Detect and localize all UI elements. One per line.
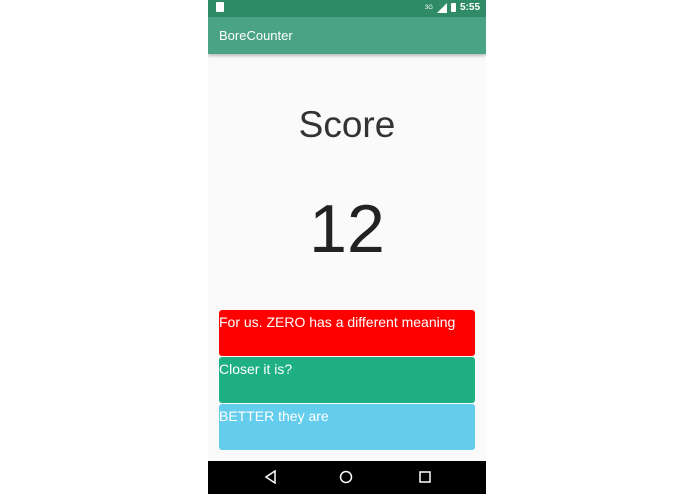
status-left — [216, 2, 224, 15]
battery-icon — [450, 3, 456, 12]
navigation-bar — [208, 461, 486, 494]
back-icon[interactable] — [264, 470, 278, 484]
app-title: BoreCounter — [219, 28, 293, 43]
phone-screen: 3G 5:55 BoreCounter Score 12 For us. ZER… — [208, 0, 486, 494]
home-icon[interactable] — [339, 470, 353, 484]
app-bar: BoreCounter — [208, 17, 486, 54]
status-time: 5:55 — [459, 2, 480, 13]
sd-card-icon — [216, 2, 224, 12]
network-type: 3G — [424, 4, 433, 11]
recent-apps-icon[interactable] — [418, 470, 432, 484]
answer-button-3[interactable]: BETTER they are — [219, 404, 475, 450]
score-label: Score — [298, 104, 396, 145]
answer-button-1[interactable]: For us. ZERO has a different meaning — [219, 310, 475, 356]
answer-button-2[interactable]: Closer it is? — [219, 357, 475, 403]
signal-icon — [436, 2, 447, 13]
status-bar: 3G 5:55 — [208, 0, 486, 17]
score-value: 12 — [309, 191, 385, 267]
status-right: 3G 5:55 — [425, 2, 480, 13]
